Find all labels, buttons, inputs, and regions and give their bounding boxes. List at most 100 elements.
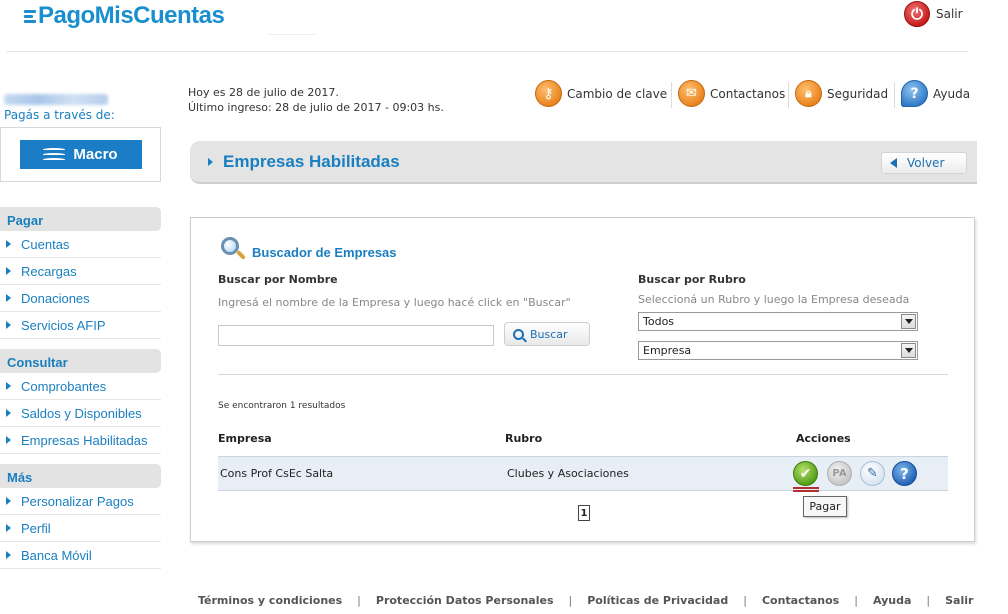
sidebar-item-personalizar-pagos[interactable]: Personalizar Pagos <box>0 488 161 515</box>
back-arrow-icon <box>890 158 897 168</box>
panel-divider <box>218 374 948 375</box>
cambio-clave-link[interactable]: ⚷ Cambio de clave <box>535 80 667 107</box>
key-icon: ⚷ <box>535 80 562 107</box>
sidebar-item-label: Cuentas <box>21 236 70 252</box>
logo-mark-icon <box>24 9 36 23</box>
cambio-clave-label: Cambio de clave <box>567 86 668 101</box>
buscar-button[interactable]: Buscar <box>504 322 590 346</box>
sidebar-item-label: Perfil <box>21 520 51 536</box>
results-summary: Se encontraron 1 resultados <box>218 401 346 411</box>
nav-section-pagar: Pagar <box>0 207 161 231</box>
session-info: Hoy es 28 de julio de 2017. Último ingre… <box>188 85 444 115</box>
search-icon <box>513 328 524 340</box>
pin-icon[interactable]: ✎ <box>860 461 885 486</box>
toolbar-divider <box>788 82 789 108</box>
bank-waves-icon <box>43 147 66 162</box>
bank-logo: Macro <box>19 140 142 169</box>
sidebar-item-label: Recargas <box>21 263 77 279</box>
empresa-select[interactable]: Empresa <box>638 341 918 360</box>
sidebar-item-recargas[interactable]: Recargas <box>0 258 161 285</box>
seguridad-link[interactable]: 🔒︎ Seguridad <box>795 80 888 107</box>
sidebar-item-label: Servicios AFIP <box>21 317 106 333</box>
footer-link-contactanos[interactable]: Contactanos <box>762 594 839 607</box>
footer-links: Términos y condiciones | Protección Dato… <box>198 594 973 607</box>
column-header-acciones: Acciones <box>796 432 851 445</box>
pagomiscuentas-logo[interactable]: PagoMisCuentas <box>24 2 225 30</box>
contactanos-link[interactable]: ✉ Contactanos <box>678 80 785 107</box>
nav-section-mas: Más <box>0 464 161 488</box>
pagar-hover-underline <box>793 487 819 492</box>
sidebar-item-label: Saldos y Disponibles <box>21 405 142 421</box>
empresa-search-input[interactable] <box>218 325 494 346</box>
column-header-empresa: Empresa <box>218 432 272 445</box>
bullet-arrow-icon <box>6 551 11 559</box>
sidebar-item-label: Banca Móvil <box>21 547 92 563</box>
column-header-rubro: Rubro <box>505 432 543 445</box>
chevron-down-icon[interactable] <box>901 343 916 358</box>
pagas-label: Pagás a través de: <box>4 108 115 122</box>
by-name-hint: Ingresá el nombre de la Empresa y luego … <box>218 296 571 309</box>
chevron-down-icon[interactable] <box>901 314 916 329</box>
by-name-label: Buscar por Nombre <box>218 273 338 286</box>
bullet-arrow-icon <box>6 524 11 532</box>
bullet-arrow-icon <box>6 321 11 329</box>
footer-link-terminos[interactable]: Términos y condiciones <box>198 594 342 607</box>
row-rubro: Clubes y Asociaciones <box>507 467 629 480</box>
footer-separator: | <box>357 594 361 607</box>
header-decor-line <box>268 34 316 35</box>
toolbar-divider <box>671 82 672 108</box>
rubro-select[interactable]: Todos <box>638 312 918 331</box>
page-title: Empresas Habilitadas <box>223 152 400 171</box>
volver-button[interactable]: Volver <box>881 152 967 174</box>
help-icon[interactable]: ? <box>892 461 917 486</box>
bullet-arrow-icon <box>6 409 11 417</box>
bullet-arrow-icon <box>6 497 11 505</box>
buscador-title: Buscador de Empresas <box>252 244 397 260</box>
sidebar-item-empresas-habilitadas[interactable]: Empresas Habilitadas <box>0 427 161 454</box>
volver-label: Volver <box>907 156 945 170</box>
footer-link-privacidad[interactable]: Políticas de Privacidad <box>587 594 728 607</box>
pago-automatico-icon[interactable]: PA <box>827 461 852 486</box>
pagar-check-icon[interactable]: ✔ <box>793 461 818 486</box>
bullet-arrow-icon <box>6 294 11 302</box>
buscador-heading: Buscador de Empresas <box>219 235 397 263</box>
footer-separator: | <box>568 594 573 607</box>
sidebar-item-servicios-afip[interactable]: Servicios AFIP <box>0 312 161 339</box>
pagination-page-1[interactable]: 1 <box>578 505 590 521</box>
logo-text: PagoMisCuentas <box>38 2 225 29</box>
nav-section-consultar: Consultar <box>0 349 161 373</box>
footer-link-salir[interactable]: Salir <box>945 594 973 607</box>
sidebar-item-saldos[interactable]: Saldos y Disponibles <box>0 400 161 427</box>
bullet-arrow-icon <box>6 436 11 444</box>
sidebar-item-comprobantes[interactable]: Comprobantes <box>0 373 161 400</box>
pagar-tooltip: Pagar <box>803 496 847 517</box>
last-login: Último ingreso: 28 de julio de 2017 - 09… <box>188 101 444 114</box>
empresa-selected-value: Empresa <box>643 344 692 357</box>
bank-box: Macro <box>0 127 161 182</box>
ayuda-link[interactable]: ? Ayuda <box>901 80 970 107</box>
today-date: Hoy es 28 de julio de 2017. <box>188 86 339 99</box>
footer-separator: | <box>743 594 747 607</box>
page-title-bar: Empresas Habilitadas Volver <box>190 141 977 184</box>
salir-label: Salir <box>936 7 963 21</box>
seguridad-label: Seguridad <box>827 86 889 101</box>
sidebar-item-label: Personalizar Pagos <box>21 493 134 509</box>
footer-link-proteccion[interactable]: Protección Datos Personales <box>376 594 554 607</box>
sidebar-item-banca-movil[interactable]: Banca Móvil <box>0 542 161 569</box>
by-rubro-label: Buscar por Rubro <box>638 273 746 286</box>
footer-link-ayuda[interactable]: Ayuda <box>873 594 911 607</box>
bullet-arrow-icon <box>6 267 11 275</box>
sidebar-item-label: Donaciones <box>21 290 90 306</box>
footer-separator: | <box>854 594 858 607</box>
lock-icon: 🔒︎ <box>795 80 822 107</box>
bullet-arrow-icon <box>6 382 11 390</box>
power-icon: ⏻ <box>904 1 930 27</box>
sidebar-item-cuentas[interactable]: Cuentas <box>0 231 161 258</box>
bank-name: Macro <box>73 146 118 163</box>
sidebar-item-donaciones[interactable]: Donaciones <box>0 285 161 312</box>
bullet-arrow-icon <box>6 240 11 248</box>
sidebar-item-perfil[interactable]: Perfil <box>0 515 161 542</box>
row-empresa: Cons Prof CsEc Salta <box>220 467 334 480</box>
salir-button[interactable]: ⏻ Salir <box>904 1 963 27</box>
footer-separator: | <box>926 594 931 607</box>
